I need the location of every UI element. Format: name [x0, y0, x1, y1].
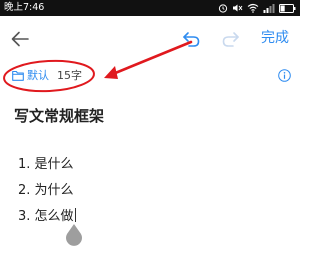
mute-icon — [233, 4, 243, 12]
list-item[interactable]: 2. 为什么 — [18, 182, 76, 208]
word-count: 15字 — [57, 69, 82, 82]
list-item-text: 3. 怎么做 — [18, 209, 74, 224]
note-body-list[interactable]: 1. 是什么 2. 为什么 3. 怎么做 — [18, 156, 76, 234]
battery-icon — [279, 3, 296, 13]
status-time: 晚上7:46 — [4, 2, 45, 13]
signal-icon — [263, 4, 275, 13]
note-editor-screen: 晚上7:46 完成 默认 15字 写文常规框架 1. 是什么 2. 为什么 3.… — [0, 0, 300, 261]
alarm-icon — [218, 4, 228, 13]
back-arrow-icon[interactable] — [10, 29, 30, 49]
note-meta-row: 默认 15字 — [0, 62, 300, 90]
status-bar: 晚上7:46 — [0, 0, 300, 16]
status-icons — [218, 1, 296, 15]
list-item-text: 2. 为什么 — [18, 183, 74, 198]
undo-icon[interactable] — [181, 29, 201, 49]
folder-name-link[interactable]: 默认 — [27, 68, 49, 83]
note-title[interactable]: 写文常规框架 — [14, 106, 104, 126]
wifi-icon — [247, 3, 259, 13]
text-cursor — [74, 208, 76, 222]
list-item-text: 1. 是什么 — [18, 157, 74, 172]
cursor-drag-handle[interactable] — [65, 224, 83, 250]
list-item[interactable]: 1. 是什么 — [18, 156, 76, 182]
info-icon[interactable] — [278, 69, 291, 82]
editor-toolbar: 完成 — [0, 16, 300, 62]
redo-icon[interactable] — [221, 29, 241, 49]
done-button[interactable]: 完成 — [261, 28, 289, 48]
folder-icon[interactable] — [12, 70, 24, 81]
